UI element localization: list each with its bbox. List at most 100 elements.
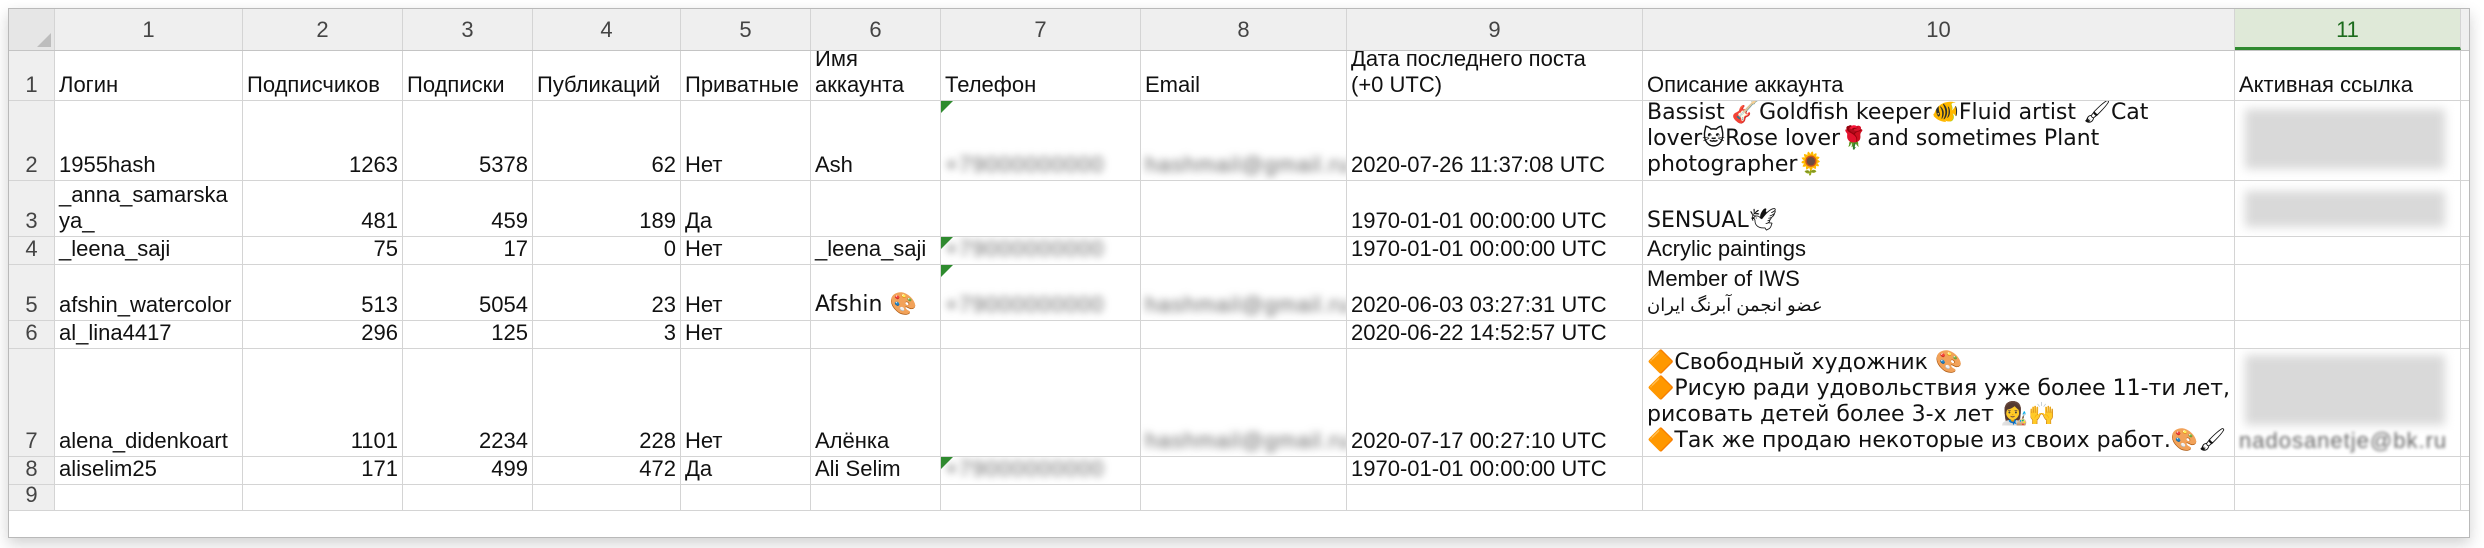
- cell-following[interactable]: 5378: [403, 101, 533, 180]
- row-number[interactable]: 5: [9, 265, 55, 320]
- cell-private[interactable]: Нет: [681, 349, 811, 456]
- cell-private[interactable]: Нет: [681, 101, 811, 180]
- cell-active-link[interactable]: [2235, 181, 2461, 236]
- cell-phone[interactable]: [941, 349, 1141, 456]
- cell-last-post-date[interactable]: 2020-06-03 03:27:31 UTC: [1347, 265, 1643, 320]
- cell-phone[interactable]: +79000000000: [941, 101, 1141, 180]
- cell-posts[interactable]: 23: [533, 265, 681, 320]
- cell-account-name[interactable]: Алёнка: [811, 349, 941, 456]
- cell-account-name[interactable]: [811, 181, 941, 236]
- row-number[interactable]: 8: [9, 457, 55, 484]
- cell-phone[interactable]: [941, 181, 1141, 236]
- cell-followers[interactable]: 75: [243, 237, 403, 264]
- cell-login[interactable]: alena_didenkoart: [55, 349, 243, 456]
- cell-active-link[interactable]: nadosanetje@bk.ru: [2235, 349, 2461, 456]
- cell-bio[interactable]: Acrylic paintings: [1643, 237, 2235, 264]
- cell-active-link[interactable]: [2235, 321, 2461, 348]
- cell-private[interactable]: Да: [681, 181, 811, 236]
- cell-last-post-date[interactable]: 2020-07-17 00:27:10 UTC: [1347, 349, 1643, 456]
- col-header-4[interactable]: 4: [533, 9, 681, 50]
- empty-cell[interactable]: [811, 485, 941, 510]
- cell-email[interactable]: [1141, 457, 1347, 484]
- col-header-6[interactable]: 6: [811, 9, 941, 50]
- cell-private[interactable]: Нет: [681, 237, 811, 264]
- empty-cell[interactable]: [681, 485, 811, 510]
- cell-followers[interactable]: 171: [243, 457, 403, 484]
- cell-phone[interactable]: [941, 321, 1141, 348]
- cell-email[interactable]: hashmail@gmail.ru: [1141, 265, 1347, 320]
- col-header-11[interactable]: 11: [2235, 9, 2461, 50]
- col-header-3[interactable]: 3: [403, 9, 533, 50]
- cell-followers[interactable]: 1263: [243, 101, 403, 180]
- select-all-corner[interactable]: [9, 9, 55, 50]
- cell-account-name[interactable]: Ali Selim: [811, 457, 941, 484]
- header-account-name[interactable]: Имя аккаунта: [811, 51, 941, 100]
- cell-followers[interactable]: 1101: [243, 349, 403, 456]
- header-active-link[interactable]: Активная ссылка: [2235, 51, 2461, 100]
- cell-posts[interactable]: 228: [533, 349, 681, 456]
- cell-posts[interactable]: 189: [533, 181, 681, 236]
- cell-followers[interactable]: 513: [243, 265, 403, 320]
- cell-posts[interactable]: 3: [533, 321, 681, 348]
- cell-following[interactable]: 459: [403, 181, 533, 236]
- cell-bio[interactable]: [1643, 457, 2235, 484]
- empty-cell[interactable]: [1643, 485, 2235, 510]
- cell-login[interactable]: _anna_samarska ya_: [55, 181, 243, 236]
- header-private[interactable]: Приватные: [681, 51, 811, 100]
- cell-account-name[interactable]: [811, 321, 941, 348]
- cell-email[interactable]: [1141, 181, 1347, 236]
- cell-last-post-date[interactable]: 1970-01-01 00:00:00 UTC: [1347, 237, 1643, 264]
- cell-following[interactable]: 2234: [403, 349, 533, 456]
- cell-account-name[interactable]: _leena_saji: [811, 237, 941, 264]
- cell-private[interactable]: Нет: [681, 321, 811, 348]
- cell-active-link[interactable]: [2235, 237, 2461, 264]
- cell-following[interactable]: 5054: [403, 265, 533, 320]
- row-number[interactable]: 2: [9, 101, 55, 180]
- cell-posts[interactable]: 62: [533, 101, 681, 180]
- col-header-5[interactable]: 5: [681, 9, 811, 50]
- row-number[interactable]: 7: [9, 349, 55, 456]
- cell-following[interactable]: 499: [403, 457, 533, 484]
- cell-email[interactable]: hashmail@gmail.ru: [1141, 349, 1347, 456]
- cell-login[interactable]: 1955hash: [55, 101, 243, 180]
- spreadsheet[interactable]: 1 2 3 4 5 6 7 8 9 10 11 1 Логин Подписчи…: [8, 8, 2470, 538]
- cell-private[interactable]: Да: [681, 457, 811, 484]
- cell-bio[interactable]: [1643, 321, 2235, 348]
- cell-bio[interactable]: Member of IWS عضو انجمن آبرنگ ایران: [1643, 265, 2235, 320]
- cell-login[interactable]: _leena_saji: [55, 237, 243, 264]
- header-posts[interactable]: Публикаций: [533, 51, 681, 100]
- cell-email[interactable]: [1141, 237, 1347, 264]
- row-number[interactable]: 9: [9, 485, 55, 510]
- row-number[interactable]: 4: [9, 237, 55, 264]
- col-header-2[interactable]: 2: [243, 9, 403, 50]
- header-email[interactable]: Email: [1141, 51, 1347, 100]
- cell-bio[interactable]: 🔶Свободный художник 🎨 🔶Рисую ради удовол…: [1643, 349, 2235, 456]
- empty-cell[interactable]: [243, 485, 403, 510]
- cell-phone[interactable]: +79000000000: [941, 265, 1141, 320]
- cell-email[interactable]: [1141, 321, 1347, 348]
- cell-followers[interactable]: 296: [243, 321, 403, 348]
- cell-bio[interactable]: SENSUAL🕊: [1643, 181, 2235, 236]
- row-number[interactable]: 1: [9, 51, 55, 100]
- cell-following[interactable]: 17: [403, 237, 533, 264]
- cell-login[interactable]: afshin_watercolor: [55, 265, 243, 320]
- header-last-post-date[interactable]: Дата последнего поста (+0 UTC): [1347, 51, 1643, 100]
- row-number[interactable]: 6: [9, 321, 55, 348]
- row-number[interactable]: 3: [9, 181, 55, 236]
- header-login[interactable]: Логин: [55, 51, 243, 100]
- cell-active-link[interactable]: [2235, 265, 2461, 320]
- cell-last-post-date[interactable]: 1970-01-01 00:00:00 UTC: [1347, 181, 1643, 236]
- cell-phone[interactable]: +79000000000: [941, 457, 1141, 484]
- empty-cell[interactable]: [1141, 485, 1347, 510]
- cell-following[interactable]: 125: [403, 321, 533, 348]
- cell-last-post-date[interactable]: 2020-07-26 11:37:08 UTC: [1347, 101, 1643, 180]
- empty-cell[interactable]: [533, 485, 681, 510]
- col-header-10[interactable]: 10: [1643, 9, 2235, 50]
- cell-account-name[interactable]: Afshin 🎨: [811, 265, 941, 320]
- cell-active-link[interactable]: [2235, 101, 2461, 180]
- empty-cell[interactable]: [1347, 485, 1643, 510]
- cell-login[interactable]: aliselim25: [55, 457, 243, 484]
- cell-account-name[interactable]: Ash: [811, 101, 941, 180]
- col-header-7[interactable]: 7: [941, 9, 1141, 50]
- cell-email[interactable]: hashmail@gmail.ru: [1141, 101, 1347, 180]
